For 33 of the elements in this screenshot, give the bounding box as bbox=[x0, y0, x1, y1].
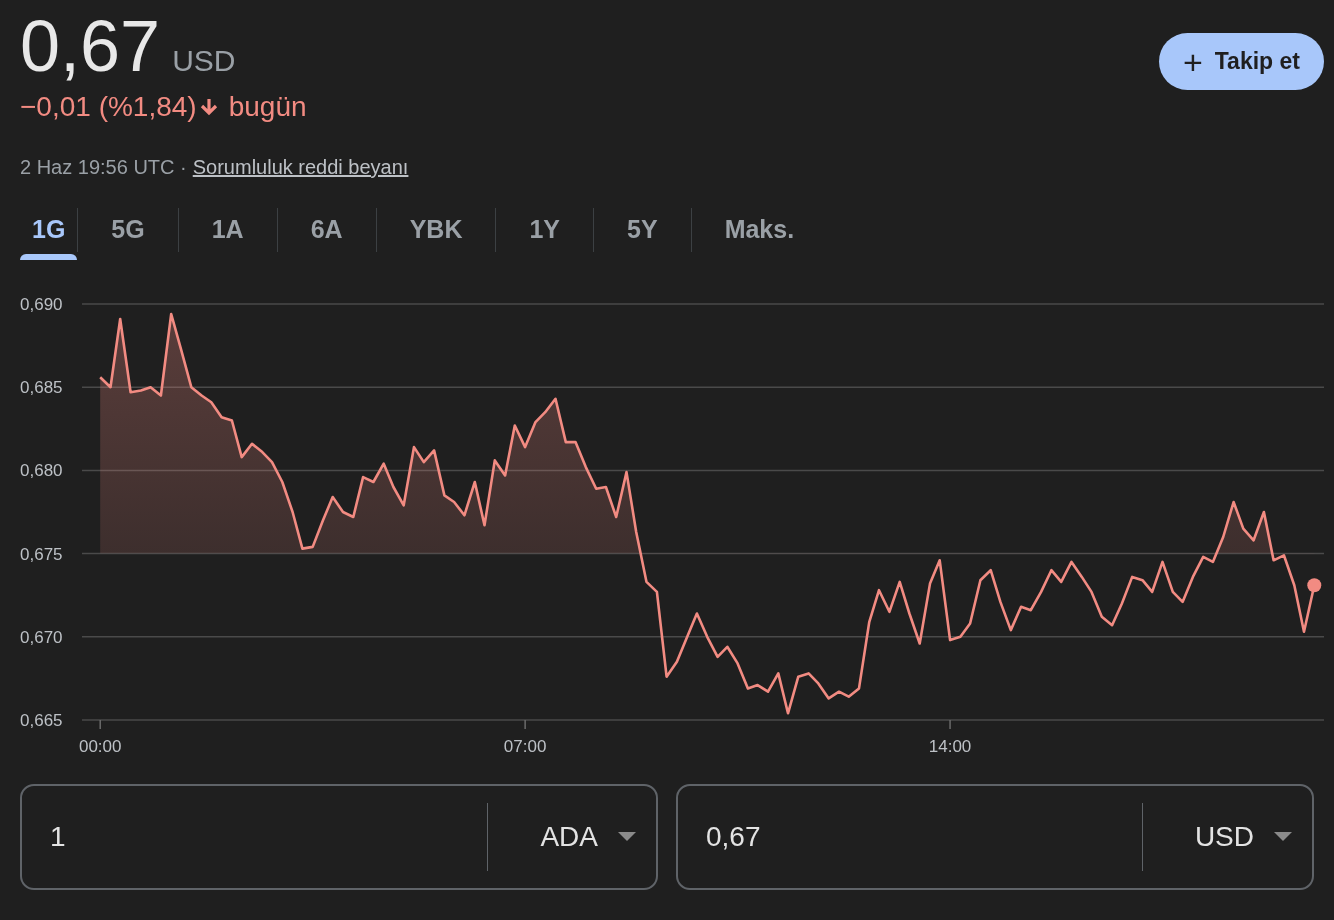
current-point-marker bbox=[1307, 578, 1322, 593]
currency-select[interactable]: ADA bbox=[488, 816, 656, 858]
period-label: bugün bbox=[228, 90, 307, 124]
disclaimer-link[interactable]: Sorumluluk reddi beyanı bbox=[192, 152, 409, 182]
converter-field[interactable]: 1 ADA bbox=[20, 784, 658, 890]
timestamp: 2 Haz 19:56 UTC · bbox=[20, 155, 187, 180]
y-axis-label: 0,680 bbox=[20, 461, 63, 481]
range-tab[interactable]: 1A bbox=[178, 202, 277, 258]
y-axis-label: 0,665 bbox=[20, 711, 63, 730]
x-axis-label: 07:00 bbox=[503, 737, 547, 756]
range-tab[interactable]: 6A bbox=[277, 202, 376, 258]
currency-select[interactable]: USD bbox=[1142, 816, 1312, 858]
y-axis-label: 0,685 bbox=[20, 378, 63, 398]
price: 0,67 bbox=[20, 5, 161, 88]
caret-icon bbox=[618, 832, 636, 842]
range-tab[interactable]: 5G bbox=[78, 202, 178, 258]
converter-field[interactable]: 0,67 USD bbox=[676, 784, 1314, 890]
y-axis-label: 0,670 bbox=[20, 627, 63, 647]
range-tab[interactable]: Maks. bbox=[691, 202, 828, 258]
caret-icon bbox=[1274, 832, 1292, 842]
amount-value: 0,67 bbox=[705, 820, 762, 854]
range-tab[interactable]: 1Y bbox=[496, 202, 594, 258]
currency-label: USD bbox=[172, 43, 236, 79]
range-tab[interactable]: 5Y bbox=[594, 202, 691, 258]
price-change: −0,01 (%1,84) bbox=[20, 90, 197, 124]
x-axis-label: 14:00 bbox=[928, 737, 972, 756]
y-axis-label: 0,675 bbox=[20, 544, 63, 564]
range-tab[interactable]: 1G bbox=[20, 202, 78, 258]
amount-value: 1 bbox=[49, 820, 67, 854]
x-axis-label: 00:00 bbox=[78, 737, 122, 756]
y-axis-label: 0,690 bbox=[20, 295, 63, 314]
follow-button[interactable]: + Takip et bbox=[1158, 33, 1324, 90]
range-tab[interactable]: YBK bbox=[376, 202, 496, 258]
